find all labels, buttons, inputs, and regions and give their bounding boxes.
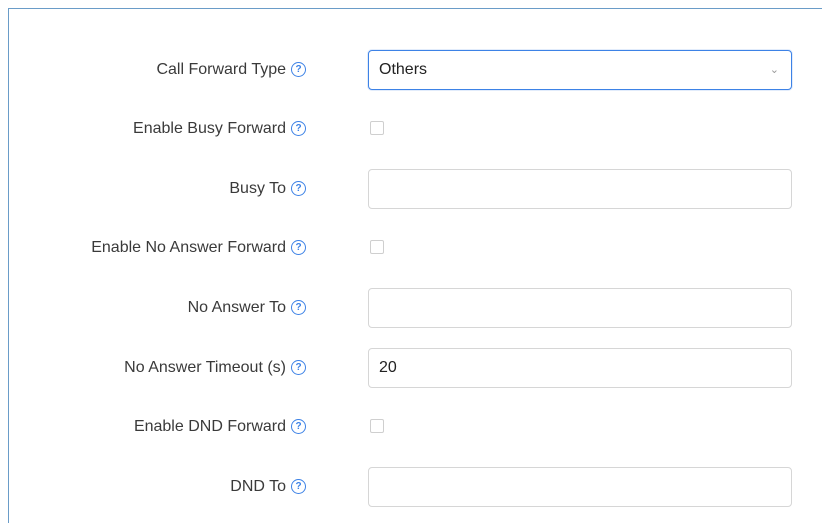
row-no-answer-timeout: No Answer Timeout (s) ? 20 xyxy=(9,348,822,388)
help-icon[interactable]: ? xyxy=(291,300,306,315)
enable-busy-forward-checkbox[interactable] xyxy=(370,121,384,135)
call-forward-type-select[interactable]: Others ⌄ xyxy=(368,50,792,90)
help-icon[interactable]: ? xyxy=(291,62,306,77)
row-dnd-to: DND To ? xyxy=(9,467,822,507)
row-busy-to: Busy To ? xyxy=(9,169,822,209)
help-icon[interactable]: ? xyxy=(291,360,306,375)
row-enable-busy-forward: Enable Busy Forward ? xyxy=(9,109,822,149)
help-icon[interactable]: ? xyxy=(291,479,306,494)
call-forward-type-value: Others xyxy=(379,61,428,78)
no-answer-timeout-label: No Answer Timeout (s) xyxy=(124,359,286,376)
row-enable-dnd-forward: Enable DND Forward ? xyxy=(9,407,822,447)
enable-no-answer-forward-checkbox[interactable] xyxy=(370,240,384,254)
chevron-down-icon: ⌄ xyxy=(769,64,779,76)
enable-no-answer-forward-label: Enable No Answer Forward xyxy=(91,239,286,256)
enable-dnd-forward-checkbox[interactable] xyxy=(370,419,384,433)
dnd-to-input[interactable] xyxy=(368,467,792,507)
no-answer-to-input[interactable] xyxy=(368,288,792,328)
call-forward-settings-panel: Call Forward Type ? Others ⌄ Enable Busy… xyxy=(8,8,822,523)
help-icon[interactable]: ? xyxy=(291,240,306,255)
row-no-answer-to: No Answer To ? xyxy=(9,288,822,328)
busy-to-label: Busy To xyxy=(229,180,286,197)
no-answer-to-label: No Answer To xyxy=(187,299,286,316)
help-icon[interactable]: ? xyxy=(291,419,306,434)
row-call-forward-type: Call Forward Type ? Others ⌄ xyxy=(9,50,822,90)
row-enable-no-answer-forward: Enable No Answer Forward ? xyxy=(9,228,822,268)
help-icon[interactable]: ? xyxy=(291,181,306,196)
help-icon[interactable]: ? xyxy=(291,121,306,136)
no-answer-timeout-input[interactable]: 20 xyxy=(368,348,792,388)
busy-to-input[interactable] xyxy=(368,169,792,209)
enable-dnd-forward-label: Enable DND Forward xyxy=(133,418,286,435)
enable-busy-forward-label: Enable Busy Forward xyxy=(133,120,286,137)
dnd-to-label: DND To xyxy=(230,478,286,495)
call-forward-type-label: Call Forward Type xyxy=(156,61,286,78)
